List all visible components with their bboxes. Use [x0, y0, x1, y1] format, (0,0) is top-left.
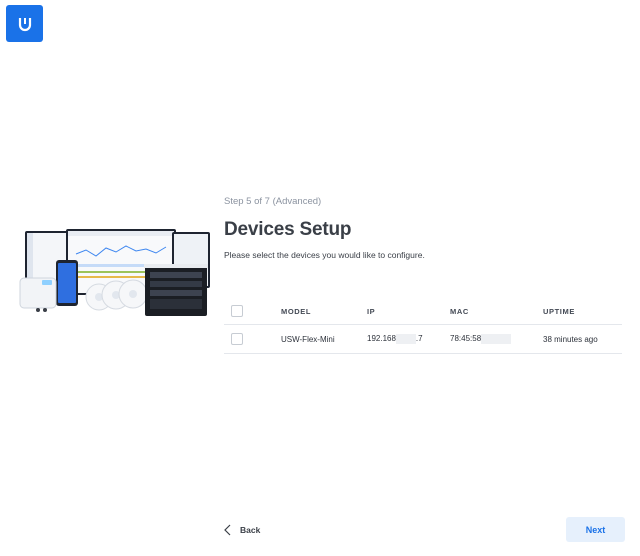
- column-header-uptime[interactable]: UPTIME: [543, 307, 575, 316]
- ubiquiti-u-logo-icon: [18, 17, 31, 31]
- devices-illustration: [19, 229, 210, 316]
- ip-suffix: .7: [415, 334, 423, 344]
- column-header-mac[interactable]: MAC: [450, 307, 469, 316]
- mac-prefix: 78:45:58: [450, 334, 482, 344]
- table-header: MODEL IP MAC UPTIME: [224, 298, 622, 325]
- row-select-checkbox[interactable]: [231, 333, 243, 345]
- select-all-checkbox[interactable]: [231, 305, 243, 317]
- ubiquiti-logo[interactable]: [6, 5, 43, 42]
- back-button[interactable]: Back: [224, 522, 260, 538]
- page-title: Devices Setup: [224, 219, 352, 240]
- devices-table: MODEL IP MAC UPTIME USW-Flex-Mini 192.16…: [224, 298, 622, 354]
- device-ip: 192.168 .7: [367, 334, 423, 344]
- back-label: Back: [240, 525, 261, 535]
- column-header-model[interactable]: MODEL: [281, 307, 311, 316]
- page-subtitle: Please select the devices you would like…: [224, 250, 425, 260]
- wizard-content: Step 5 of 7 (Advanced) Devices Setup Ple…: [224, 196, 624, 260]
- next-button[interactable]: Next: [566, 517, 625, 542]
- redacted-ip-segment: [395, 334, 416, 344]
- redacted-mac-segment: [481, 334, 512, 344]
- column-header-ip[interactable]: IP: [367, 307, 375, 316]
- table-row[interactable]: USW-Flex-Mini 192.168 .7 78:45:58 38 minu…: [224, 325, 622, 354]
- device-mac: 78:45:58: [450, 334, 512, 344]
- chevron-left-icon: [224, 524, 231, 536]
- step-indicator: Step 5 of 7 (Advanced): [224, 196, 322, 207]
- device-model: USW-Flex-Mini: [281, 334, 335, 344]
- device-uptime: 38 minutes ago: [543, 334, 598, 344]
- ip-prefix: 192.168: [367, 334, 396, 344]
